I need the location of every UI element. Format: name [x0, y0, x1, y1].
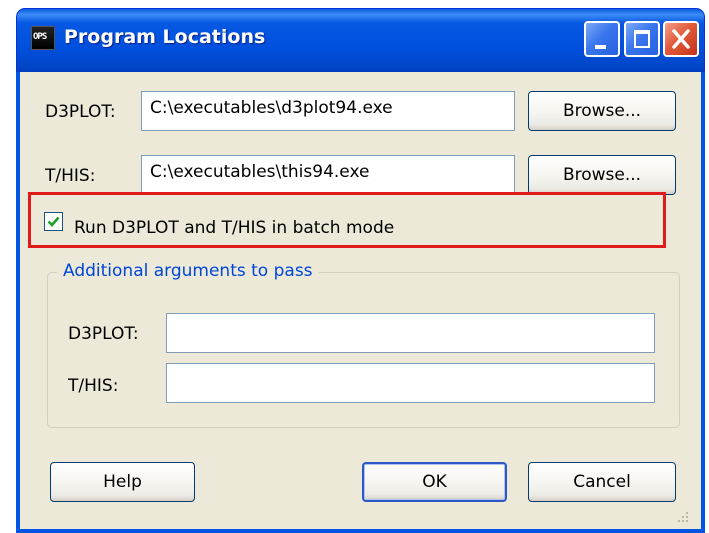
- close-icon: [672, 29, 690, 49]
- app-icon-label: OPS: [33, 32, 47, 42]
- window-title: Program Locations: [64, 26, 266, 48]
- this-args-input[interactable]: [166, 363, 655, 403]
- app-icon[interactable]: OPS: [31, 26, 55, 50]
- help-button[interactable]: Help: [50, 462, 195, 502]
- minimize-button[interactable]: [584, 21, 620, 57]
- d3plot-path-label: D3PLOT:: [45, 102, 116, 122]
- ok-button[interactable]: OK: [362, 462, 507, 502]
- d3plot-args-input[interactable]: [166, 313, 655, 353]
- batch-mode-label[interactable]: Run D3PLOT and T/HIS in batch mode: [74, 218, 394, 238]
- this-path-input[interactable]: C:\executables\this94.exe: [141, 155, 515, 195]
- arguments-group-title: Additional arguments to pass: [57, 261, 319, 281]
- batch-mode-checkbox[interactable]: [44, 212, 63, 231]
- cancel-button[interactable]: Cancel: [528, 462, 676, 502]
- d3plot-path-input[interactable]: C:\executables\d3plot94.exe: [141, 91, 515, 131]
- close-button[interactable]: [663, 21, 699, 57]
- checkmark-icon: [47, 216, 60, 227]
- this-args-label: T/HIS:: [68, 376, 119, 396]
- this-browse-button[interactable]: Browse...: [528, 155, 676, 195]
- minimize-icon: [595, 45, 606, 49]
- resize-grip-icon[interactable]: [676, 510, 690, 524]
- this-path-label: T/HIS:: [45, 166, 96, 186]
- d3plot-args-label: D3PLOT:: [68, 324, 139, 344]
- maximize-button[interactable]: [624, 21, 660, 57]
- d3plot-browse-button[interactable]: Browse...: [528, 91, 676, 131]
- title-bar[interactable]: OPS Program Locations: [16, 8, 705, 72]
- maximize-icon: [634, 30, 650, 48]
